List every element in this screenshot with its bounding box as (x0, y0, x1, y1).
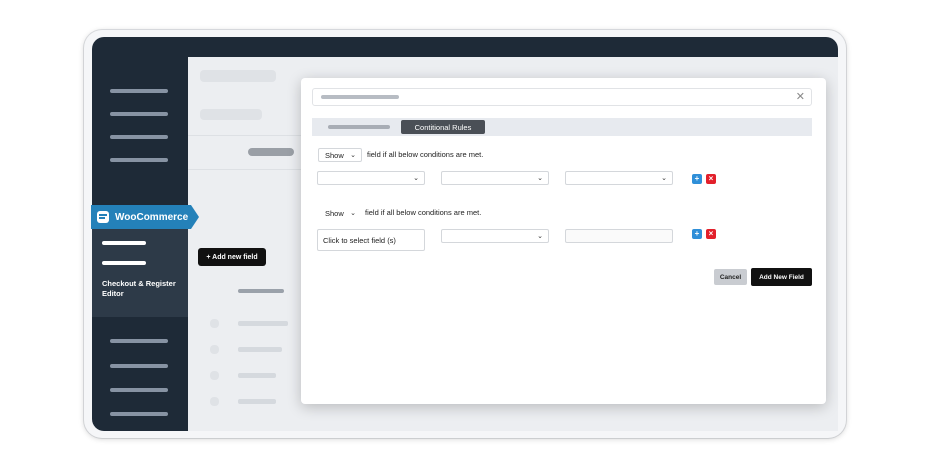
submenu-item-checkout-editor[interactable]: Checkout & Register Editor (102, 279, 186, 299)
action-select[interactable]: Show ⌄ (318, 148, 362, 162)
table-header-placeholder (238, 289, 284, 293)
field-select[interactable]: ⌄ (317, 171, 425, 185)
action-select-value: Show (325, 208, 344, 218)
tab-general[interactable] (328, 125, 390, 129)
modal-tabs: Contitional Rules (312, 118, 812, 136)
sidebar-item-woocommerce[interactable]: WooCommerce (91, 205, 199, 229)
operator-select[interactable]: ⌄ (441, 229, 549, 243)
cancel-button[interactable]: Cancel (714, 269, 747, 285)
row-checkbox[interactable] (210, 371, 219, 380)
value-input[interactable] (565, 229, 673, 243)
row-checkbox[interactable] (210, 345, 219, 354)
chat-bubble-icon (97, 211, 109, 223)
operator-select[interactable]: ⌄ (441, 171, 549, 185)
sidebar-menu-item[interactable] (110, 135, 168, 139)
admin-topbar (188, 37, 838, 57)
modal-title-placeholder (321, 95, 399, 99)
conditional-rules-modal: ✕ Contitional Rules Show ⌄ field if all … (301, 78, 826, 404)
add-condition-button[interactable]: + (692, 174, 702, 184)
sidebar-menu-item[interactable] (110, 388, 168, 392)
value-select[interactable]: ⌄ (565, 171, 673, 185)
subheading-placeholder (200, 109, 262, 120)
sidebar-menu-item[interactable] (110, 339, 168, 343)
chevron-down-icon: ⌄ (537, 175, 543, 182)
modal-header: ✕ (312, 88, 812, 106)
row-placeholder (238, 373, 276, 378)
row-checkbox[interactable] (210, 319, 219, 328)
field-picker[interactable]: Click to select field (s) (317, 229, 425, 251)
woocommerce-label: WooCommerce (115, 211, 189, 223)
row-placeholder (238, 321, 288, 326)
delete-condition-button[interactable]: × (706, 229, 716, 239)
delete-condition-button[interactable]: × (706, 174, 716, 184)
divider (188, 135, 304, 136)
sidebar-menu-item[interactable] (110, 158, 168, 162)
chevron-down-icon: ⌄ (350, 210, 356, 217)
field-picker-label: Click to select field (s) (323, 235, 396, 245)
chevron-down-icon: ⌄ (661, 175, 667, 182)
sidebar-menu-item[interactable] (110, 364, 168, 368)
submit-add-new-field-button[interactable]: Add New Field (751, 268, 812, 286)
condition-description: field if all below conditions are met. (367, 150, 484, 159)
divider (188, 169, 304, 170)
row-placeholder (238, 399, 276, 404)
add-condition-button[interactable]: + (692, 229, 702, 239)
action-select-value: Show (325, 150, 344, 160)
sidebar-menu-item[interactable] (110, 89, 168, 93)
action-select[interactable]: Show ⌄ (318, 206, 362, 220)
chevron-down-icon: ⌄ (537, 233, 543, 240)
sidebar-menu-item[interactable] (110, 412, 168, 416)
submenu-item[interactable] (102, 261, 146, 265)
row-checkbox[interactable] (210, 397, 219, 406)
condition-description: field if all below conditions are met. (365, 208, 482, 217)
chevron-down-icon: ⌄ (413, 175, 419, 182)
row-placeholder (238, 347, 282, 352)
submenu-item[interactable] (102, 241, 146, 245)
woocommerce-submenu: Checkout & Register Editor (92, 229, 188, 317)
page-heading-placeholder (200, 70, 276, 82)
sidebar-menu-item[interactable] (110, 112, 168, 116)
tab-placeholder[interactable] (248, 148, 294, 156)
chevron-down-icon: ⌄ (350, 152, 356, 159)
add-new-field-button[interactable]: + Add new field (198, 248, 266, 266)
close-icon[interactable]: ✕ (796, 91, 805, 103)
tab-conditional-rules[interactable]: Contitional Rules (401, 120, 485, 134)
